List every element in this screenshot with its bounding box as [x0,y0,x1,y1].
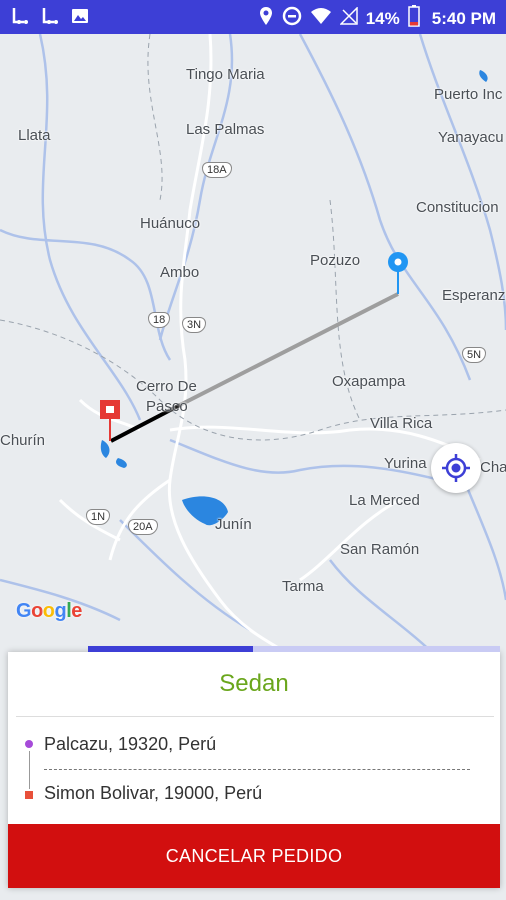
map-label-cerro-de: Cerro De [136,378,197,395]
road-shield-3n: 3N [182,317,207,333]
clock: 5:40 PM [431,8,496,28]
divider [16,716,494,717]
map-label-pozuzo: Pozuzo [310,252,361,269]
destination-square-icon [25,791,33,799]
route-connector [29,751,30,789]
vehicle-type-title: Sedan [219,670,289,697]
pickup-address: Palcazu, 19320, Perú [44,734,217,754]
sync-l-icon [10,6,30,31]
map-label-constitucion: Constitucion [416,199,499,216]
battery-percent: 14% [365,8,400,28]
no-signal-icon [338,6,358,30]
sync-l-icon [40,6,60,31]
map-label-junin: Junín [215,516,252,533]
ride-request-card: Sedan Palcazu, 19320, Perú Simon Bolivar… [8,646,500,888]
search-progress-fill [88,646,253,652]
destination-address: Simon Bolivar, 19000, Perú [44,783,263,803]
map-label-yurinaki: Yurina [384,455,427,472]
my-location-button[interactable] [431,443,481,493]
crosshair-icon [441,453,471,483]
map-label-villa-rica: Villa Rica [370,415,433,432]
map-label-ambo: Ambo [160,264,200,281]
map-label-tarma: Tarma [282,578,324,595]
location-icon [258,6,274,31]
road-shield-20a: 20A [128,519,158,535]
map-label-la-merced: La Merced [349,492,420,509]
map-label-huanuco: Huánuco [140,215,201,232]
road-shield-1n: 1N [86,509,111,525]
map-label-pasco: Pasco [146,398,188,415]
cancel-order-button[interactable]: CANCELAR PEDIDO [8,824,500,888]
map-label-chanchamayo: Chan [480,459,506,476]
search-progress-bar [88,646,500,652]
map-label-san-ramon: San Ramón [340,541,420,558]
pickup-dot-icon [25,740,33,748]
wifi-icon [310,7,332,30]
road-shield-18a: 18A [202,162,232,178]
battery-icon [408,5,420,32]
image-icon [70,6,90,31]
status-bar: 14% 5:40 PM [0,0,506,34]
map-label-churin: Churín [0,432,46,449]
map-label-llata: Llata [18,127,51,144]
map-label-puerto-inca: Puerto Inc [434,86,503,103]
google-logo: Google [16,600,82,622]
road-shield-5n: 5N [462,347,487,363]
map-label-oxapampa: Oxapampa [332,373,406,390]
map-label-las-palmas: Las Palmas [186,121,265,138]
map-label-tingo-maria: Tingo Maria [186,66,265,83]
map-label-yanayacu: Yanayacu [438,129,504,146]
map-label-esperanza: Esperanz [442,287,506,304]
address-divider [44,769,470,770]
data-saver-icon [282,6,302,31]
